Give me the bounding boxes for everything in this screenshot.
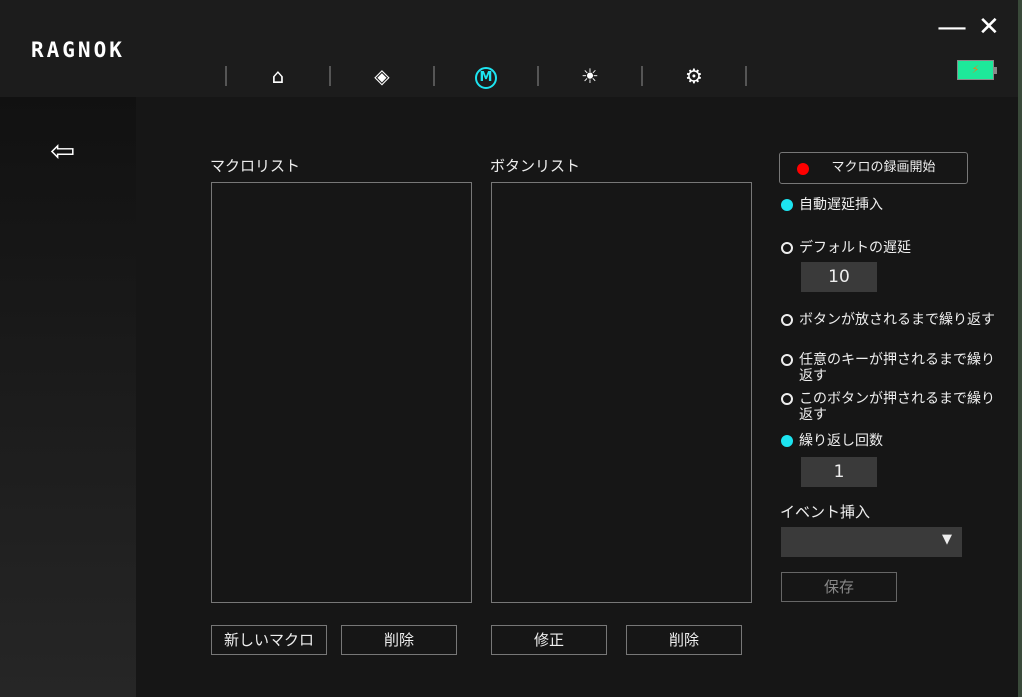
chevron-down-icon: ▼ (942, 532, 952, 547)
radio-icon (781, 435, 793, 447)
default-delay-input[interactable]: 10 (801, 262, 877, 292)
divider (329, 65, 331, 86)
macro-list-title: マクロリスト (210, 157, 301, 175)
main-nav: ⌂ ◈ M ☀ ⚙ (225, 62, 776, 89)
gear-icon[interactable]: ⚙ (672, 64, 716, 88)
delete-button[interactable]: 削除 (626, 625, 742, 655)
delete-macro-button[interactable]: 削除 (341, 625, 457, 655)
divider (641, 65, 643, 86)
record-label: マクロの録画開始 (831, 160, 936, 175)
battery-icon: ⚡ (957, 60, 997, 80)
auto-delay-radio[interactable]: 自動遅延挿入 (781, 197, 883, 213)
auto-delay-label: 自動遅延挿入 (799, 197, 883, 213)
event-insert-label: イベント挿入 (780, 503, 871, 521)
dpad-icon[interactable]: ◈ (360, 64, 404, 88)
repeat-until-released-radio[interactable]: ボタンが放されるまで繰り返す (781, 312, 995, 328)
divider (225, 65, 227, 86)
repeat-until-any-key-label: 任意のキーが押されるまで繰り返す (799, 352, 995, 384)
repeat-until-this-button-radio[interactable]: このボタンが押されるまで繰り返す (781, 391, 999, 423)
divider (745, 65, 747, 86)
default-delay-label: デフォルトの遅延 (799, 240, 911, 256)
button-list[interactable] (491, 182, 752, 603)
lighting-icon[interactable]: ☀ (568, 64, 612, 88)
radio-icon (781, 314, 793, 326)
close-button[interactable]: ✕ (978, 12, 1000, 42)
save-button[interactable]: 保存 (781, 572, 897, 602)
radio-icon (781, 242, 793, 254)
minimize-button[interactable]: — (937, 10, 967, 45)
macro-list[interactable] (211, 182, 472, 603)
record-icon (797, 163, 809, 175)
record-macro-button[interactable]: マクロの録画開始 (779, 152, 968, 184)
repeat-count-radio[interactable]: 繰り返し回数 (781, 433, 883, 449)
macro-tab-label: M (475, 67, 497, 89)
edit-button[interactable]: 修正 (491, 625, 607, 655)
exit-icon[interactable]: ⇦ (50, 134, 75, 169)
divider (537, 65, 539, 86)
repeat-count-label: 繰り返し回数 (799, 433, 883, 449)
logo: RAGNOK (31, 38, 125, 62)
new-macro-button[interactable]: 新しいマクロ (211, 625, 327, 655)
header: RAGNOK ⌂ ◈ M ☀ ⚙ — ✕ ⚡ (0, 0, 1018, 97)
divider (433, 65, 435, 86)
background-window-edge (1018, 0, 1022, 697)
repeat-until-this-button-label: このボタンが押されるまで繰り返す (799, 391, 995, 423)
radio-icon (781, 199, 793, 211)
macro-icon[interactable]: M (464, 62, 508, 89)
repeat-until-released-label: ボタンが放されるまで繰り返す (799, 312, 995, 328)
radio-icon (781, 354, 793, 366)
repeat-until-any-key-radio[interactable]: 任意のキーが押されるまで繰り返す (781, 352, 999, 384)
sidebar (0, 97, 136, 697)
default-delay-radio[interactable]: デフォルトの遅延 (781, 240, 911, 256)
repeat-count-input[interactable]: 1 (801, 457, 877, 487)
event-insert-select[interactable]: ▼ (781, 527, 962, 557)
radio-icon (781, 393, 793, 405)
button-list-title: ボタンリスト (490, 157, 581, 175)
home-icon[interactable]: ⌂ (256, 64, 300, 88)
